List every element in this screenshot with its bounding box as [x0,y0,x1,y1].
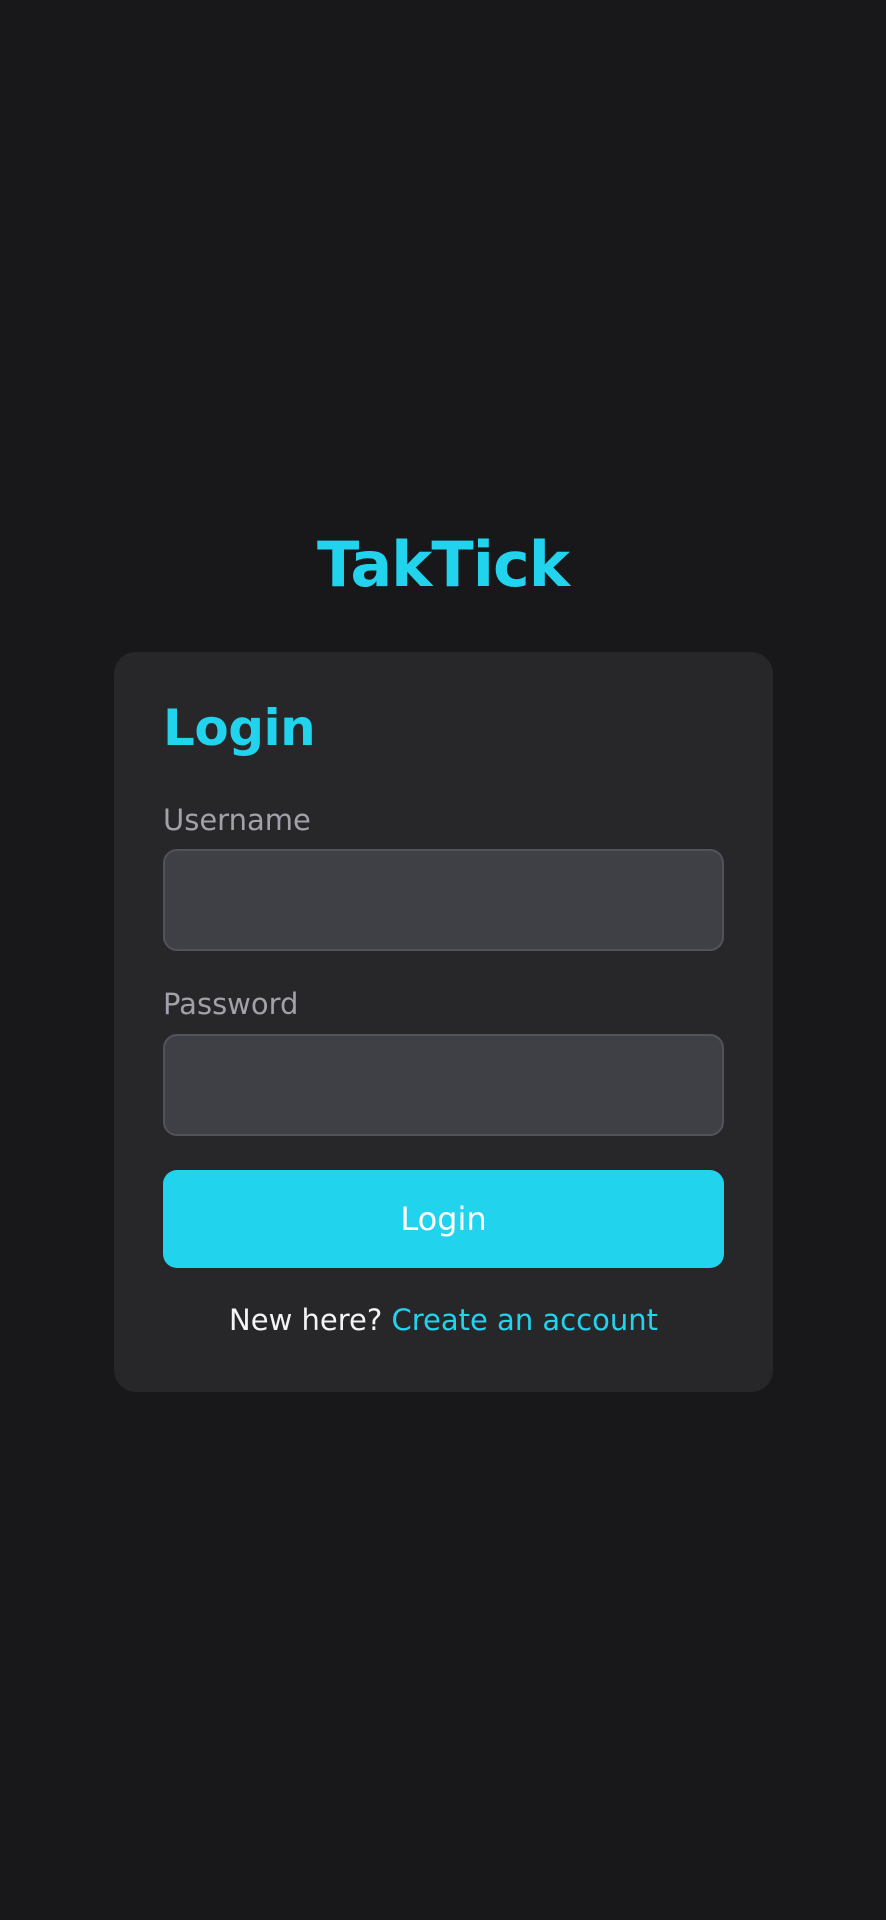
signup-prompt-line: New here? Create an account [114,1300,773,1340]
username-input[interactable] [163,849,724,951]
login-button[interactable]: Login [163,1170,724,1268]
signup-prompt-text: New here? [229,1303,383,1337]
app-title: TakTick [317,528,570,601]
username-label: Username [163,803,311,837]
create-account-link[interactable]: Create an account [391,1303,657,1337]
login-card: Login Username Password Login New here? … [114,652,773,1392]
login-heading: Login [163,699,316,757]
password-input[interactable] [163,1034,724,1136]
password-label: Password [163,987,299,1021]
